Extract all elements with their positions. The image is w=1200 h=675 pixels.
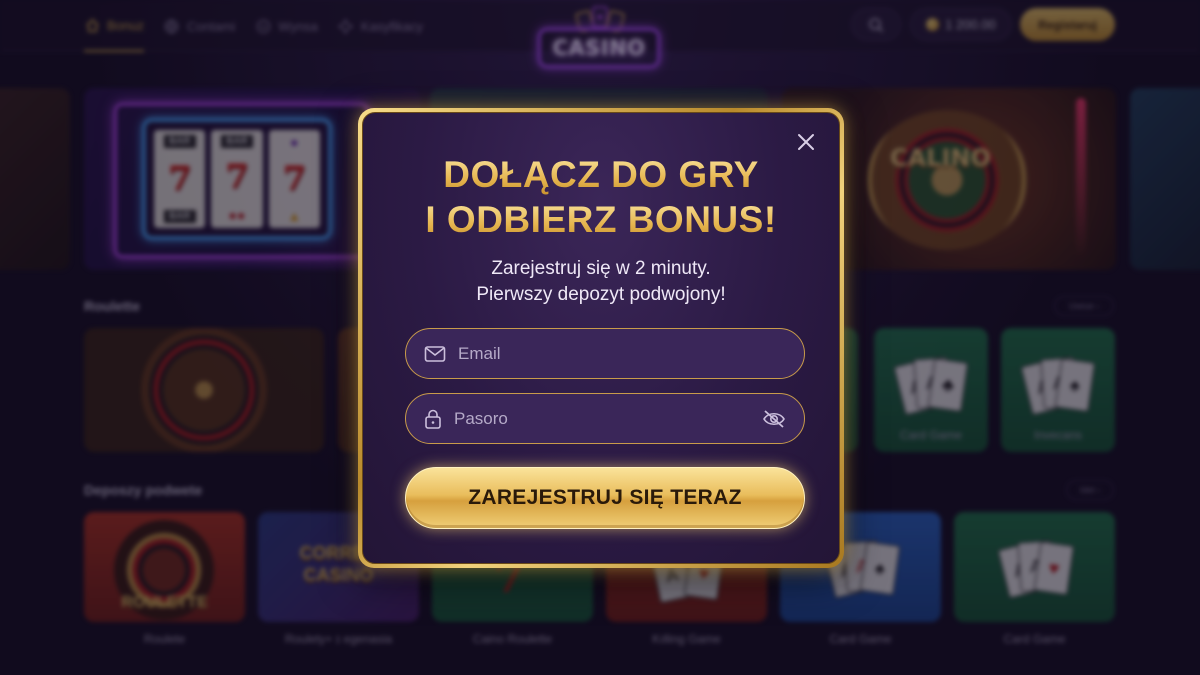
modal-title-line2: I ODBIERZ BONUS! [363, 198, 839, 242]
register-now-button[interactable]: ZAREJESTRUJ SIĘ TERAZ [405, 467, 805, 529]
close-icon [798, 134, 814, 150]
registration-modal: DOŁĄCZ DO GRY I ODBIERZ BONUS! Zarejestr… [358, 108, 844, 568]
eye-off-icon [763, 409, 785, 428]
modal-body: DOŁĄCZ DO GRY I ODBIERZ BONUS! Zarejestr… [362, 112, 840, 564]
modal-subtitle-line2: Pierwszy depozyt podwojony! [476, 284, 726, 305]
email-input[interactable] [458, 343, 786, 364]
modal-title-line1: DOŁĄCZ DO GRY [363, 153, 839, 197]
modal-subtitle-line1: Zarejestruj się w 2 minuty. [491, 258, 711, 279]
mail-icon [424, 345, 446, 362]
password-input[interactable] [454, 408, 750, 429]
casino-page: Bonuz Contami Wynsa Kasyfikacy CASINO 1 … [0, 0, 1200, 675]
close-button[interactable] [793, 129, 819, 155]
lock-icon [425, 409, 441, 429]
password-field[interactable] [405, 393, 805, 444]
toggle-password-visibility-button[interactable] [762, 409, 786, 429]
email-field[interactable] [405, 328, 805, 379]
